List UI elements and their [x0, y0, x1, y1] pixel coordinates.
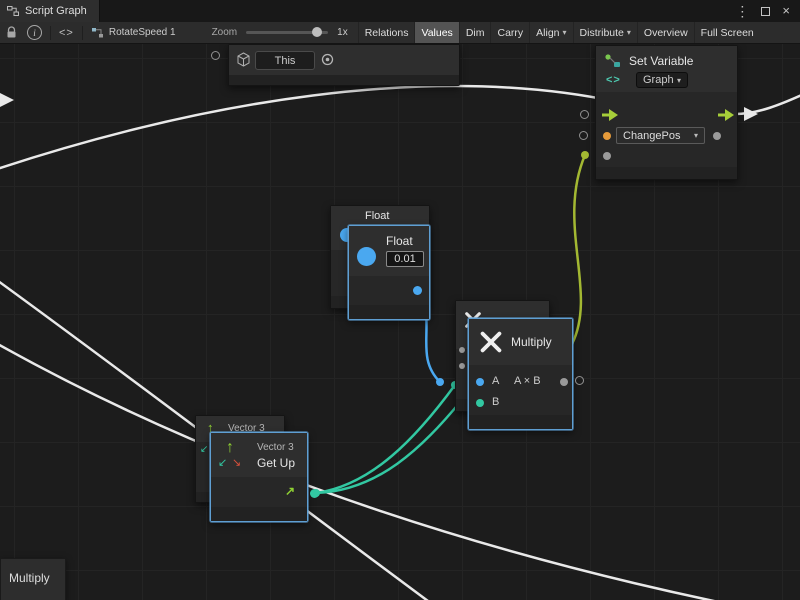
maximize-icon[interactable] [761, 7, 770, 16]
variable-name-dropdown[interactable]: ChangePos ▾ [616, 127, 705, 144]
tab-title: Script Graph [25, 5, 87, 17]
down-right-arrow-icon: ↘ [232, 458, 241, 469]
multiply-footer [469, 415, 572, 429]
flow-arrowhead-icon [0, 93, 14, 107]
zoom-value: 1x [337, 27, 348, 38]
wire-white-lower-2[interactable] [0, 342, 728, 600]
corner-node-title: Multiply [9, 571, 50, 585]
code-icon: <> [606, 74, 621, 86]
window-controls: ⋮ × [735, 0, 800, 22]
align-dropdown-button[interactable]: Align▾ [529, 22, 572, 44]
up-right-arrow-icon: ↗ [285, 485, 295, 497]
multiply-title: Multiply [511, 335, 552, 349]
toolbar-buttons: Relations Values Dim Carry Align▾ Distri… [358, 22, 760, 44]
this-label: This [275, 55, 296, 67]
get-up-output-port[interactable] [310, 489, 319, 498]
wire-teal-getup-to-multiply-1[interactable] [316, 385, 455, 493]
this-target-field[interactable]: This [255, 51, 315, 70]
close-icon[interactable]: × [782, 0, 790, 22]
chevron-down-icon: ▾ [627, 28, 631, 37]
chevron-down-icon: ▾ [694, 131, 698, 140]
wire-end-dot [581, 151, 589, 159]
menu-icon[interactable]: ⋮ [735, 0, 749, 22]
float-title: Float [386, 234, 413, 248]
multiply-port-a-label: A [492, 375, 499, 387]
get-up-title: Get Up [257, 456, 295, 470]
multiply-result-port-ring[interactable] [575, 376, 584, 385]
unity-script-graph-window: Script Graph ⋮ × i <> RotateSpeed 1 Zoom… [0, 0, 800, 600]
this-node[interactable]: This [228, 44, 460, 86]
this-node-port-ring[interactable] [211, 51, 220, 60]
variable-scope-dropdown[interactable]: Graph ▾ [636, 72, 688, 88]
multiply-port-b-label: B [492, 396, 499, 408]
distribute-dropdown-button[interactable]: Distribute▾ [573, 22, 637, 44]
tab-script-graph[interactable]: Script Graph [0, 0, 100, 22]
multiply-icon [479, 330, 503, 354]
float-node[interactable]: Float [348, 225, 430, 320]
graph-name: RotateSpeed 1 [109, 27, 176, 38]
port-dot[interactable] [459, 363, 465, 369]
flow-in-arrow-icon[interactable] [602, 109, 619, 121]
get-up-footer [211, 507, 307, 521]
target-icon[interactable] [321, 53, 334, 66]
set-variable-footer [596, 167, 737, 179]
wire-white-top[interactable] [0, 86, 618, 170]
info-icon[interactable]: i [27, 25, 42, 40]
get-up-type-label: Vector 3 [257, 442, 294, 453]
value-in-port[interactable] [603, 152, 611, 160]
zoom-slider[interactable] [246, 31, 328, 34]
zoom-label: Zoom [212, 27, 238, 38]
flow-in-port-ring[interactable] [580, 110, 589, 119]
overview-button[interactable]: Overview [637, 22, 694, 44]
float-type-icon [357, 247, 376, 266]
port-dot[interactable] [459, 347, 465, 353]
variable-out-port[interactable] [713, 132, 721, 140]
float-back-title: Float [365, 210, 389, 222]
toolbar-separator [82, 26, 83, 40]
code-view-icon[interactable]: <> [59, 27, 74, 39]
multiply-result-label: A × B [514, 375, 541, 387]
flow-arrowhead-icon [744, 107, 758, 121]
variable-icon [604, 53, 622, 69]
scope-value: Graph [643, 74, 674, 86]
dim-button[interactable]: Dim [459, 22, 491, 44]
chevron-down-icon: ▾ [563, 28, 567, 37]
down-left-arrow-icon: ↙ [218, 458, 227, 469]
values-button[interactable]: Values [414, 22, 458, 44]
float-output-port[interactable] [413, 286, 422, 295]
zoom-slider-handle[interactable] [312, 27, 322, 37]
wire-green-multiply-to-setvariable[interactable] [572, 155, 585, 344]
this-node-footer [229, 75, 459, 85]
float-value-input[interactable] [386, 251, 424, 267]
wire-end-dot [436, 378, 444, 386]
multiply-port-b[interactable] [476, 399, 484, 407]
flow-out-arrow-icon[interactable] [718, 109, 735, 121]
graph-toolbar: i <> RotateSpeed 1 Zoom 1x Relations Val… [0, 22, 800, 44]
multiply-node[interactable]: Multiply A A × B B [468, 318, 573, 430]
set-variable-node[interactable]: Set Variable <> Graph ▾ ChangePos ▾ [595, 45, 738, 180]
up-arrow-icon: ↑ [226, 440, 234, 456]
corner-node-multiply[interactable]: Multiply [0, 558, 66, 600]
get-up-node[interactable]: ↑ ↙ ↘ Vector 3 Get Up ↗ [210, 432, 308, 522]
lock-icon[interactable] [6, 26, 17, 39]
set-variable-title: Set Variable [629, 54, 693, 68]
graph-asset-icon [91, 27, 104, 39]
fullscreen-button[interactable]: Full Screen [694, 22, 760, 44]
carry-button[interactable]: Carry [490, 22, 529, 44]
relations-button[interactable]: Relations [358, 22, 415, 44]
down-left-arrow-icon: ↙ [200, 445, 208, 455]
toolbar-separator [50, 26, 51, 40]
variable-port-ring[interactable] [579, 131, 588, 140]
variable-name-port[interactable] [603, 132, 611, 140]
graph-canvas[interactable]: This Set Variable <> Graph ▾ [0, 44, 800, 600]
chevron-down-icon: ▾ [677, 76, 681, 85]
multiply-port-a[interactable] [476, 378, 484, 386]
script-graph-icon [7, 5, 19, 17]
multiply-result-port[interactable] [560, 378, 568, 386]
float-footer [349, 305, 429, 319]
wire-teal-getup-to-multiply-2[interactable] [316, 401, 461, 493]
tab-bar: Script Graph ⋮ × [0, 0, 800, 23]
cube-icon [236, 52, 251, 67]
variable-name-value: ChangePos [623, 130, 681, 142]
